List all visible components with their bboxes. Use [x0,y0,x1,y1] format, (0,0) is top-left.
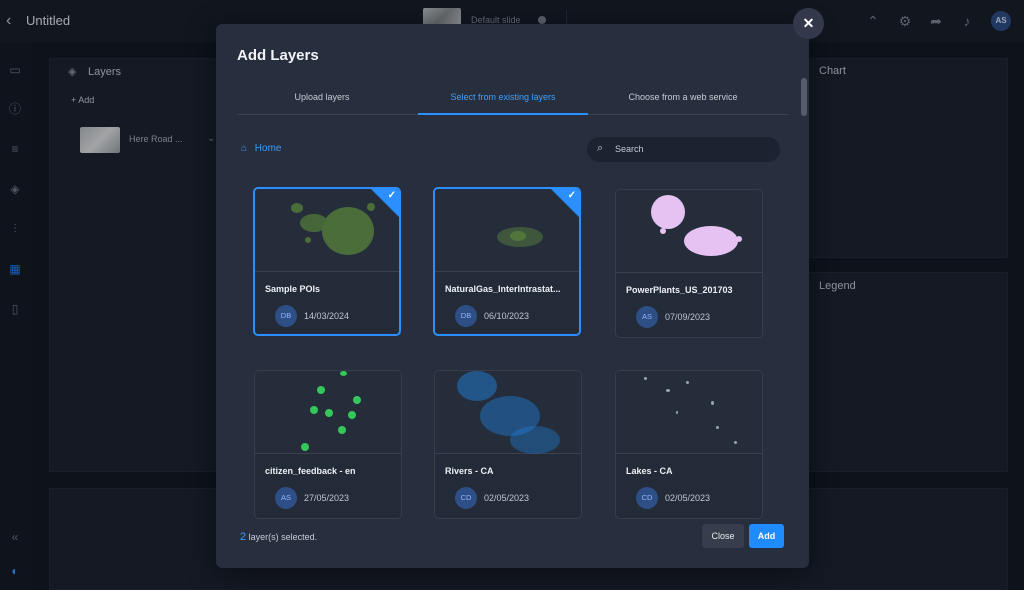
card-date: 27/05/2023 [304,493,350,503]
owner-avatar: CD [636,487,658,509]
card-date: 07/09/2023 [665,312,711,322]
home-icon: ⌂ [241,143,248,154]
dialog-tabs: Upload layers Select from existing layer… [237,86,788,115]
close-dialog-icon[interactable]: ✕ [793,8,824,39]
card-title: Rivers - CA [445,466,494,476]
selection-suffix: layer(s) selected. [246,532,318,542]
search-input[interactable]: ⌕ Search [587,137,780,162]
map-preview [435,371,581,454]
scrollbar-thumb[interactable] [801,78,807,116]
active-tab-indicator [418,113,588,115]
search-icon: ⌕ [597,142,604,154]
layer-card-lakes[interactable]: Lakes - CA CD 02/05/2023 [615,370,763,519]
owner-avatar: DB [275,305,297,327]
tab-select-existing-layers[interactable]: Select from existing layers [418,92,588,102]
owner-avatar: DB [455,305,477,327]
map-preview [616,190,762,273]
card-date: 02/05/2023 [484,493,530,503]
card-title: Lakes - CA [626,466,673,476]
tab-web-service[interactable]: Choose from a web service [598,92,768,102]
add-button[interactable]: Add [749,524,784,548]
check-icon: ✓ [567,190,576,201]
card-title: NaturalGas_InterIntrastat... [445,284,561,294]
card-title: Sample POIs [265,284,321,294]
add-layers-dialog: Add Layers Upload layers Select from exi… [216,24,809,568]
tab-upload-layers[interactable]: Upload layers [237,92,407,102]
card-date: 02/05/2023 [665,493,711,503]
close-button[interactable]: Close [702,524,744,548]
owner-avatar: CD [455,487,477,509]
selection-summary: 2 layer(s) selected. [240,531,317,543]
map-preview [255,371,401,454]
owner-avatar: AS [275,487,297,509]
owner-avatar: AS [636,306,658,328]
breadcrumb-label: Home [254,143,282,154]
dialog-title: Add Layers [237,47,319,64]
layer-card-naturalgas[interactable]: ✓ NaturalGas_InterIntrastat... DB 06/10/… [433,187,581,336]
card-date: 14/03/2024 [304,311,350,321]
layer-card-sample-pois[interactable]: ✓ Sample POIs DB 14/03/2024 [253,187,401,336]
card-title: PowerPlants_US_201703 [626,285,733,295]
dialog-scrollbar[interactable] [801,78,807,498]
check-icon: ✓ [387,190,396,201]
layer-card-powerplants[interactable]: PowerPlants_US_201703 AS 07/09/2023 [615,189,763,338]
card-title: citizen_feedback - en [265,466,356,476]
map-preview [616,371,762,454]
breadcrumb-home[interactable]: ⌂ Home [241,143,281,154]
card-date: 06/10/2023 [484,311,530,321]
layer-card-citizen-feedback[interactable]: citizen_feedback - en AS 27/05/2023 [254,370,402,519]
layer-card-rivers[interactable]: Rivers - CA CD 02/05/2023 [434,370,582,519]
app-root: ‹ Untitled Default slide ⌃ ⚙ ➦ ♪ AS ▭ ⓘ … [0,0,1024,590]
search-placeholder: Search [615,144,644,154]
